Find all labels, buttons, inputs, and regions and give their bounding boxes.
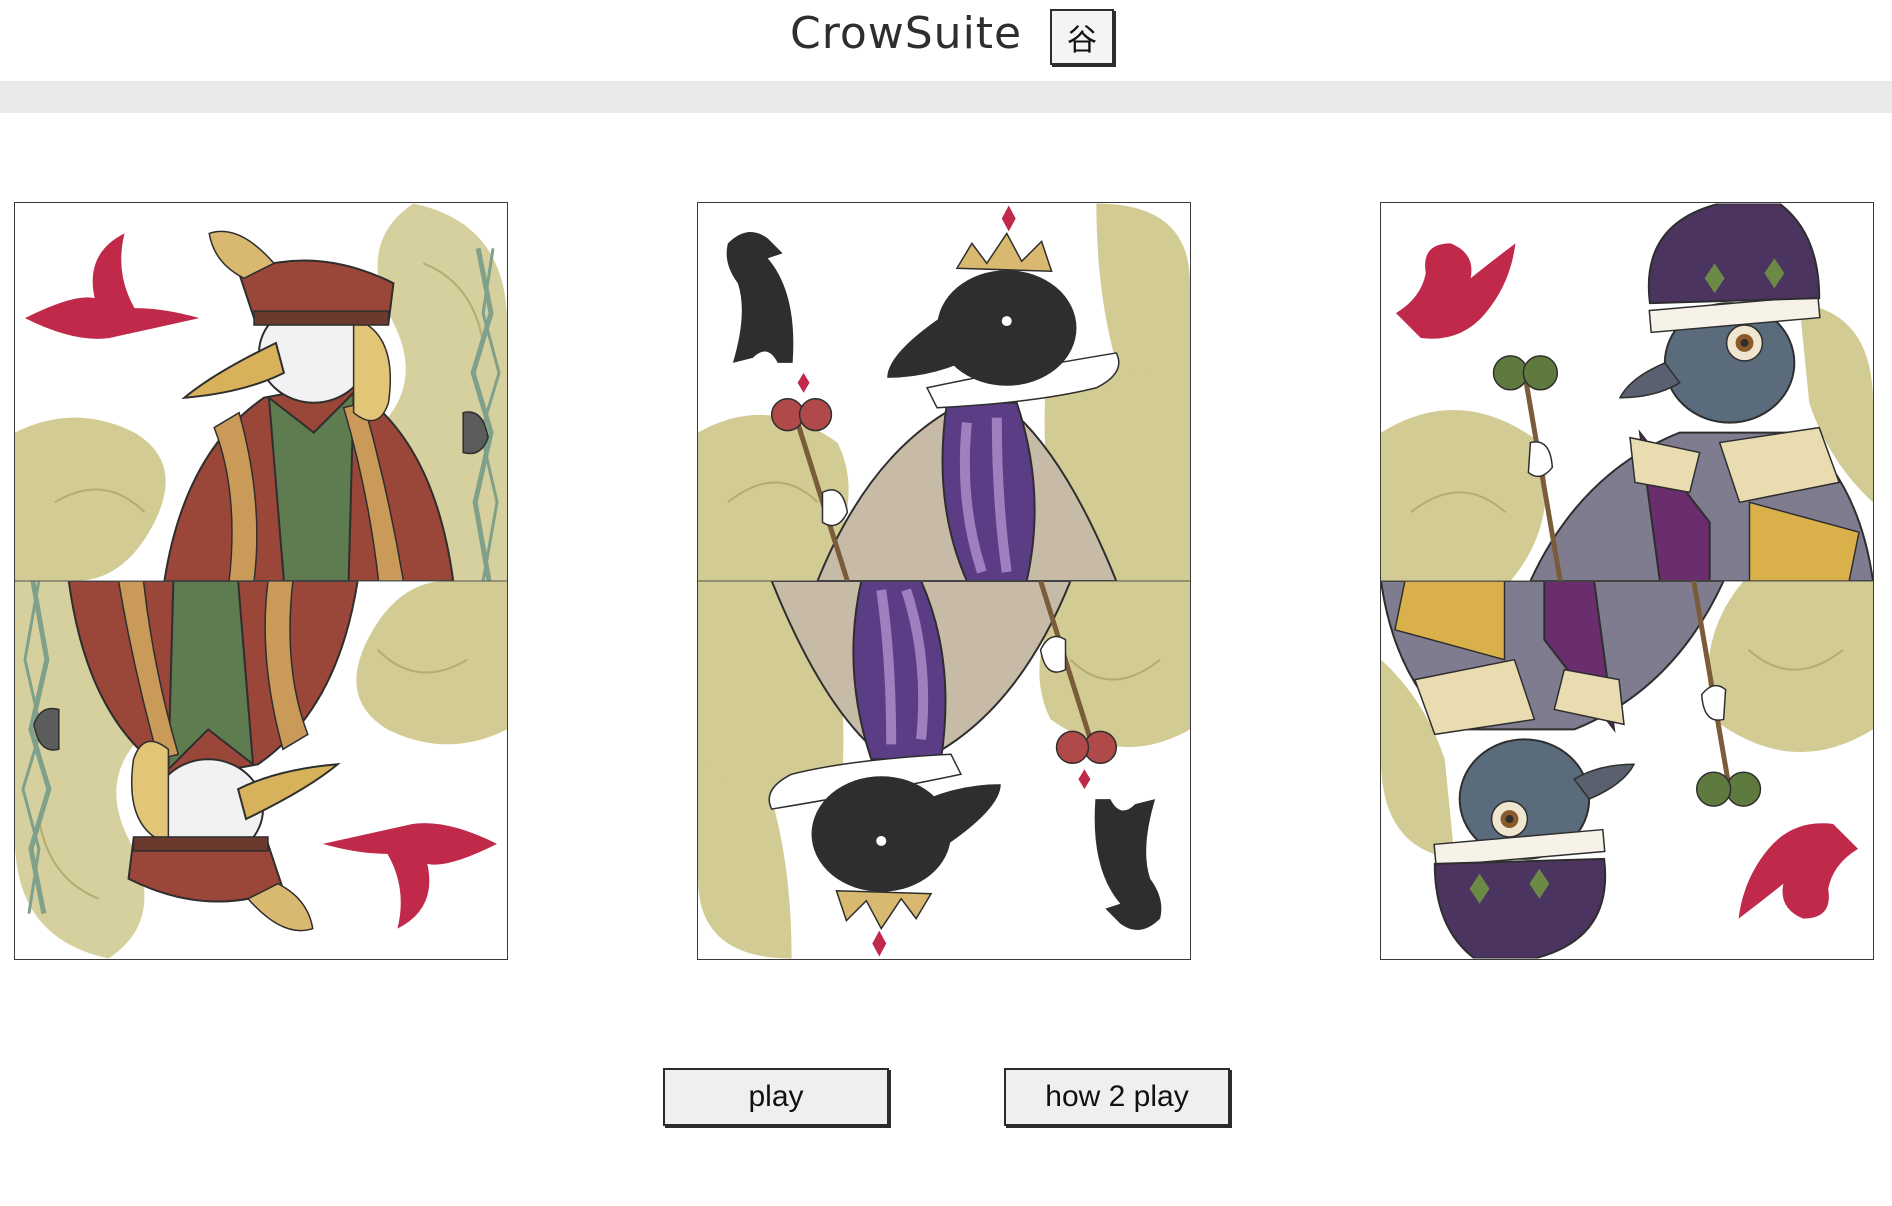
king-card-illustration [15, 203, 507, 959]
king-card[interactable] [14, 202, 508, 960]
language-toggle-button[interactable]: 谷 [1050, 9, 1114, 65]
queen-card[interactable] [697, 202, 1191, 960]
play-button[interactable]: play [663, 1068, 889, 1126]
header: CrowSuite 谷 [0, 0, 1892, 80]
jack-card[interactable] [1380, 202, 1874, 960]
app-title: CrowSuite [790, 8, 1023, 59]
how-to-play-button[interactable]: how 2 play [1004, 1068, 1230, 1126]
header-divider-bar [0, 81, 1892, 113]
jack-card-illustration [1381, 203, 1873, 959]
queen-card-illustration [698, 203, 1190, 959]
